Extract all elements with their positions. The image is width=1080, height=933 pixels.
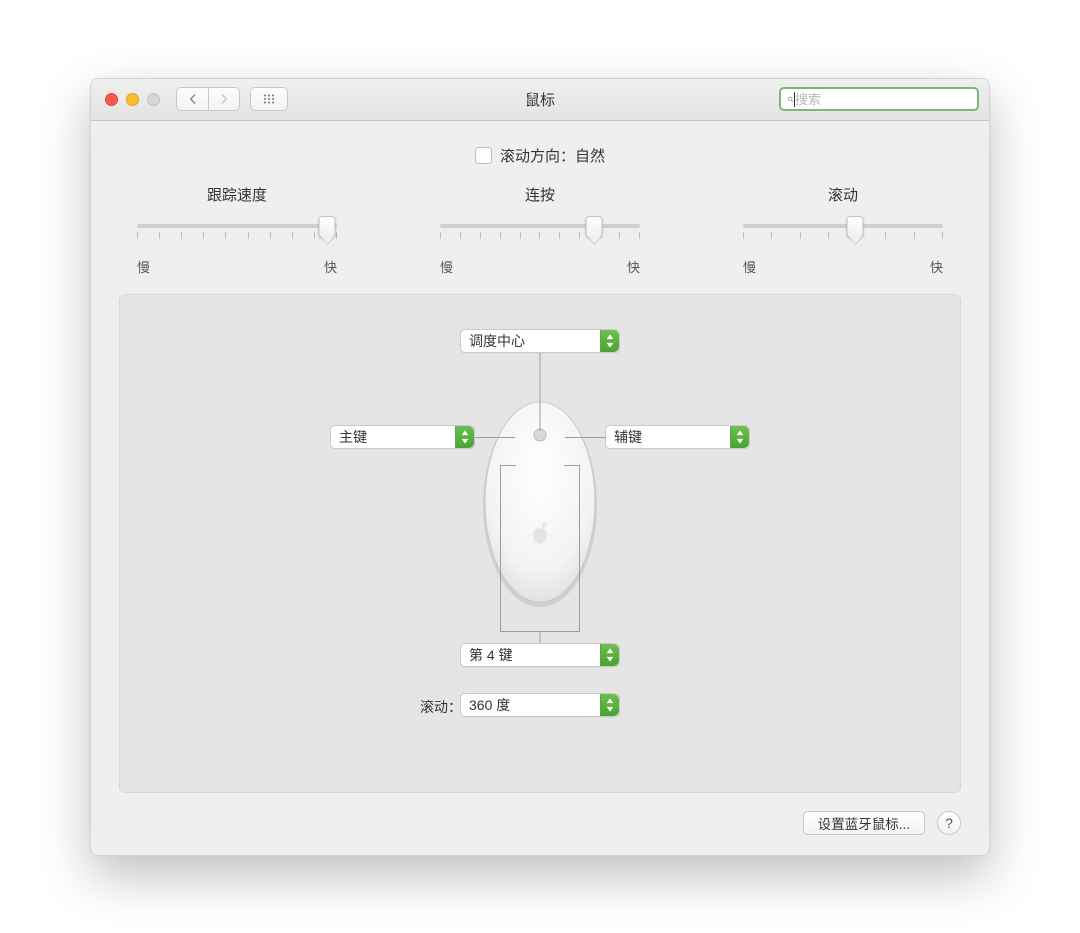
help-button[interactable]: ? [937,811,961,835]
help-icon: ? [945,815,953,831]
scrolling-title: 滚动 [743,184,943,205]
stepper-icon [730,426,749,448]
preferences-window: 鼠标 滚动方向：自然 跟踪速度 慢 快 [90,78,990,856]
scrolling-fast-label: 快 [930,257,943,276]
connector-br-h [564,465,580,466]
right-button-value: 辅键 [614,427,642,447]
search-input[interactable] [795,92,971,107]
right-button-dropdown[interactable]: 辅键 [605,425,750,449]
chevron-right-icon [217,92,231,106]
show-all-button[interactable] [250,87,288,111]
scrolling-slow-label: 慢 [743,257,756,276]
double-click-slow-label: 慢 [440,257,453,276]
forward-button[interactable] [208,87,240,111]
double-click-fast-label: 快 [627,257,640,276]
tracking-slider-block: 跟踪速度 慢 快 [137,184,337,276]
traffic-lights [105,93,160,106]
scrolling-slider[interactable] [743,217,943,245]
back-button[interactable] [176,87,208,111]
setup-bluetooth-label: 设置蓝牙鼠标... [818,813,910,833]
sliders-row: 跟踪速度 慢 快 连按 [119,184,961,276]
content: 滚动方向：自然 跟踪速度 慢 快 连按 [91,121,989,855]
connector-top [540,353,541,431]
stepper-icon [600,330,619,352]
scroll-direction-row: 滚动方向：自然 [119,145,961,166]
stepper-icon [600,644,619,666]
chevron-left-icon [186,92,200,106]
minimize-icon[interactable] [126,93,139,106]
stepper-icon [455,426,474,448]
tracking-slider[interactable] [137,217,337,245]
tracking-slow-label: 慢 [137,257,150,276]
search-icon [787,93,794,106]
connector-left [475,437,515,438]
left-button-dropdown[interactable]: 主键 [330,425,475,449]
scroll-ball-dropdown[interactable]: 调度中心 [460,329,620,353]
side-buttons-dropdown[interactable]: 第 4 键 [460,643,620,667]
footer: 设置蓝牙鼠标... ? [119,793,961,835]
nav-group [176,87,240,111]
connector-bottom-drop [540,631,541,643]
scroll-mode-dropdown[interactable]: 360 度 [460,693,620,717]
scroll-mode-value: 360 度 [469,695,510,715]
stepper-icon [600,694,619,716]
zoom-icon [147,93,160,106]
scroll-direction-label: 滚动方向：自然 [500,145,605,166]
side-buttons-value: 第 4 键 [469,645,513,665]
connector-bottom-left [500,465,501,631]
tracking-fast-label: 快 [324,257,337,276]
double-click-slider-block: 连按 慢 快 [440,184,640,276]
double-click-title: 连按 [440,184,640,205]
connector-right [565,437,605,438]
titlebar: 鼠标 [91,79,989,121]
close-icon[interactable] [105,93,118,106]
scroll-mode-label: 滚动： [420,697,462,717]
search-field[interactable] [779,87,979,111]
mouse-config-panel: 调度中心 主键 辅键 第 4 键 [119,294,961,793]
left-button-value: 主键 [339,427,367,447]
connector-bl-h [500,465,516,466]
grid-icon [262,92,276,106]
scroll-direction-checkbox[interactable] [475,147,492,164]
scroll-ball-value: 调度中心 [469,331,525,351]
scrolling-slider-block: 滚动 慢 快 [743,184,943,276]
double-click-slider[interactable] [440,217,640,245]
setup-bluetooth-button[interactable]: 设置蓝牙鼠标... [803,811,925,835]
connector-bottom-right [579,465,580,631]
tracking-title: 跟踪速度 [137,184,337,205]
